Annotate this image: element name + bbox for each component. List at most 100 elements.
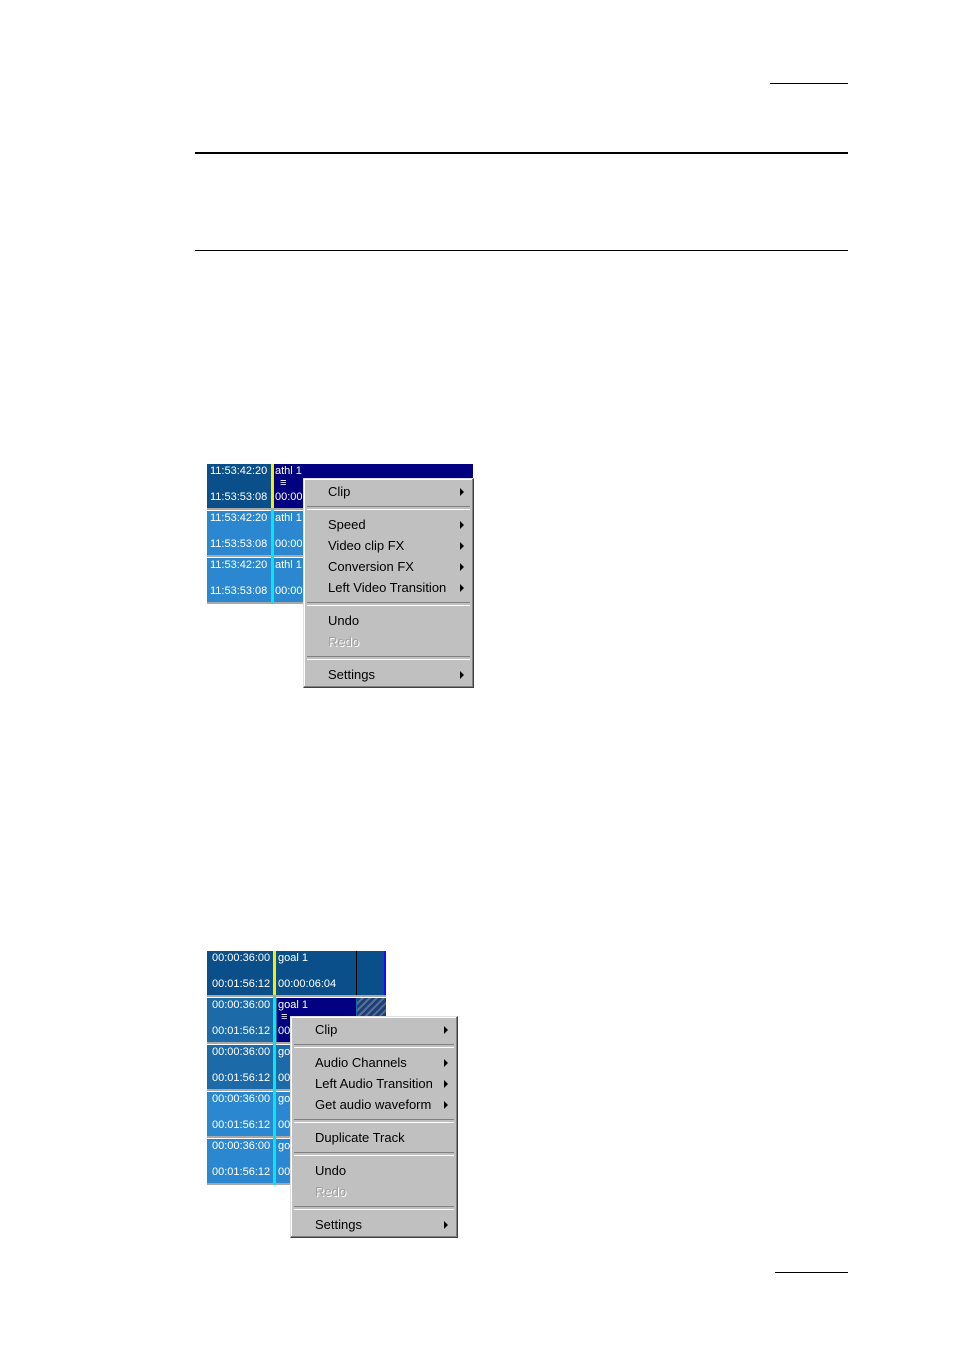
menu-item-conversion-fx[interactable]: Conversion FX [304, 556, 473, 577]
menu-item-label: Speed [328, 517, 366, 532]
submenu-arrow-icon [460, 488, 464, 496]
clip-block[interactable]: goal 1 00:00:06:04 [277, 951, 357, 995]
track-row[interactable]: 00:00:36:00 00:01:56:12 go 00 [207, 1045, 292, 1091]
track-row[interactable]: 00:00:36:00 00:01:56:12 go 00 [207, 1139, 292, 1185]
timecode-out: 11:53:53:08 [210, 491, 268, 503]
clip-block[interactable]: go 00 [277, 1139, 291, 1183]
video-clip-context-menu: Clip Speed Video clip FX Conversion FX Left … [303, 478, 474, 688]
clip-name: go [278, 1140, 291, 1152]
menu-separator [294, 1152, 454, 1156]
clip-name: go [278, 1093, 291, 1105]
menu-item-label: Undo [315, 1163, 347, 1178]
menu-separator [307, 602, 470, 606]
menu-item-undo[interactable]: Undo [304, 610, 473, 631]
menu-separator [294, 1044, 454, 1048]
timecode-in: 00:00:36:00 [212, 952, 271, 964]
menu-item-settings[interactable]: Settings [304, 664, 473, 685]
track-row[interactable]: 00:00:36:00 00:01:56:12 goal 1 00:00:06:04 [207, 951, 386, 997]
menu-item-label: Left Audio Transition [315, 1076, 433, 1091]
clip-block[interactable]: go 00 [277, 1092, 291, 1136]
menu-item-label: Left Video Transition [328, 580, 447, 595]
menu-item-label: Conversion FX [328, 559, 414, 574]
menu-item-clip[interactable]: Clip [291, 1019, 457, 1040]
submenu-arrow-icon [460, 584, 464, 592]
menu-item-redo: Redo [291, 1181, 457, 1202]
hatched-region [357, 998, 386, 1018]
timecode-out: 00:01:56:12 [212, 1166, 271, 1178]
clip-duration: 00 [278, 1072, 291, 1084]
menu-item-speed[interactable]: Speed [304, 514, 473, 535]
clip-duration: 00 [278, 1166, 291, 1178]
timecode-out: 00:01:56:12 [212, 1025, 271, 1037]
menu-item-undo[interactable]: Undo [291, 1160, 457, 1181]
clip-duration: 00:00 [275, 491, 303, 503]
submenu-arrow-icon [444, 1026, 448, 1034]
playhead-marker[interactable] [271, 464, 274, 508]
timecode-in: 00:00:36:00 [212, 1140, 271, 1152]
menu-item-get-audio-waveform[interactable]: Get audio waveform [291, 1094, 457, 1115]
clip-name: go [278, 1046, 291, 1058]
timecode-out: 11:53:53:08 [210, 538, 268, 550]
menu-item-label: Redo [328, 634, 360, 649]
timecode-in: 11:53:42:20 [210, 512, 268, 524]
clip-duration: 00 [278, 1119, 291, 1131]
clip-duration: 00:00:06:04 [278, 978, 337, 990]
submenu-arrow-icon [444, 1059, 448, 1067]
timecode-out: 11:53:53:08 [210, 585, 268, 597]
menu-item-label: Video clip FX [328, 538, 405, 553]
playhead-marker[interactable] [273, 997, 276, 1185]
submenu-arrow-icon [444, 1221, 448, 1229]
timecode-in: 00:00:36:00 [212, 999, 271, 1011]
submenu-arrow-icon [460, 563, 464, 571]
clip-name: athl 1 [275, 559, 302, 571]
timecode-out: 00:01:56:12 [212, 978, 271, 990]
submenu-arrow-icon [460, 671, 464, 679]
track-row[interactable]: 00:00:36:00 00:01:56:12 go 00 [207, 1092, 292, 1138]
menu-item-label: Get audio waveform [315, 1097, 432, 1112]
menu-item-clip[interactable]: Clip [304, 481, 473, 502]
audio-clip-context-menu: Clip Audio Channels Left Audio Transition G… [290, 1016, 458, 1238]
timecode-out: 00:01:56:12 [212, 1119, 271, 1131]
menu-item-label: Undo [328, 613, 360, 628]
clip-handle-icon[interactable]: ≡ [281, 1011, 287, 1024]
header-short-rule [770, 83, 848, 84]
clip-handle-icon[interactable]: ≡ [280, 477, 286, 490]
menu-item-redo: Redo [304, 631, 473, 652]
clip-block[interactable]: go 00 [277, 1045, 291, 1089]
menu-item-video-clip-fx[interactable]: Video clip FX [304, 535, 473, 556]
menu-item-label: Settings [328, 667, 375, 682]
menu-item-label: Duplicate Track [315, 1130, 405, 1145]
track-row[interactable]: 11:53:42:20 11:53:53:08 athl 1 00:00 [207, 511, 307, 557]
submenu-arrow-icon [444, 1080, 448, 1088]
menu-item-label: Settings [315, 1217, 362, 1232]
footer-short-rule [775, 1272, 848, 1273]
menu-separator [294, 1119, 454, 1123]
timecode-in: 00:00:36:00 [212, 1046, 271, 1058]
track-edge [384, 951, 386, 995]
submenu-arrow-icon [444, 1101, 448, 1109]
playhead-marker[interactable] [271, 510, 274, 604]
clip-duration: 00:00 [275, 538, 303, 550]
menu-separator [307, 506, 470, 510]
menu-item-label: Clip [328, 484, 351, 499]
menu-item-settings[interactable]: Settings [291, 1214, 457, 1235]
menu-separator [307, 656, 470, 660]
timecode-in: 11:53:42:20 [210, 465, 268, 477]
menu-item-label: Redo [315, 1184, 347, 1199]
menu-item-label: Audio Channels [315, 1055, 407, 1070]
menu-separator [294, 1206, 454, 1210]
menu-item-audio-channels[interactable]: Audio Channels [291, 1052, 457, 1073]
playhead-marker[interactable] [273, 951, 276, 995]
track-row[interactable]: 11:53:42:20 11:53:53:08 athl 1 00:00 [207, 558, 307, 604]
submenu-arrow-icon [460, 542, 464, 550]
menu-item-left-audio-transition[interactable]: Left Audio Transition [291, 1073, 457, 1094]
menu-item-left-video-transition[interactable]: Left Video Transition [304, 577, 473, 598]
menu-item-duplicate-track[interactable]: Duplicate Track [291, 1127, 457, 1148]
clip-duration: 00 [278, 1025, 291, 1037]
timecode-in: 00:00:36:00 [212, 1093, 271, 1105]
clip-duration: 00:00 [275, 585, 303, 597]
title-top-rule [195, 152, 848, 154]
clip-name: goal 1 [278, 952, 308, 964]
timecode-out: 00:01:56:12 [212, 1072, 271, 1084]
submenu-arrow-icon [460, 521, 464, 529]
